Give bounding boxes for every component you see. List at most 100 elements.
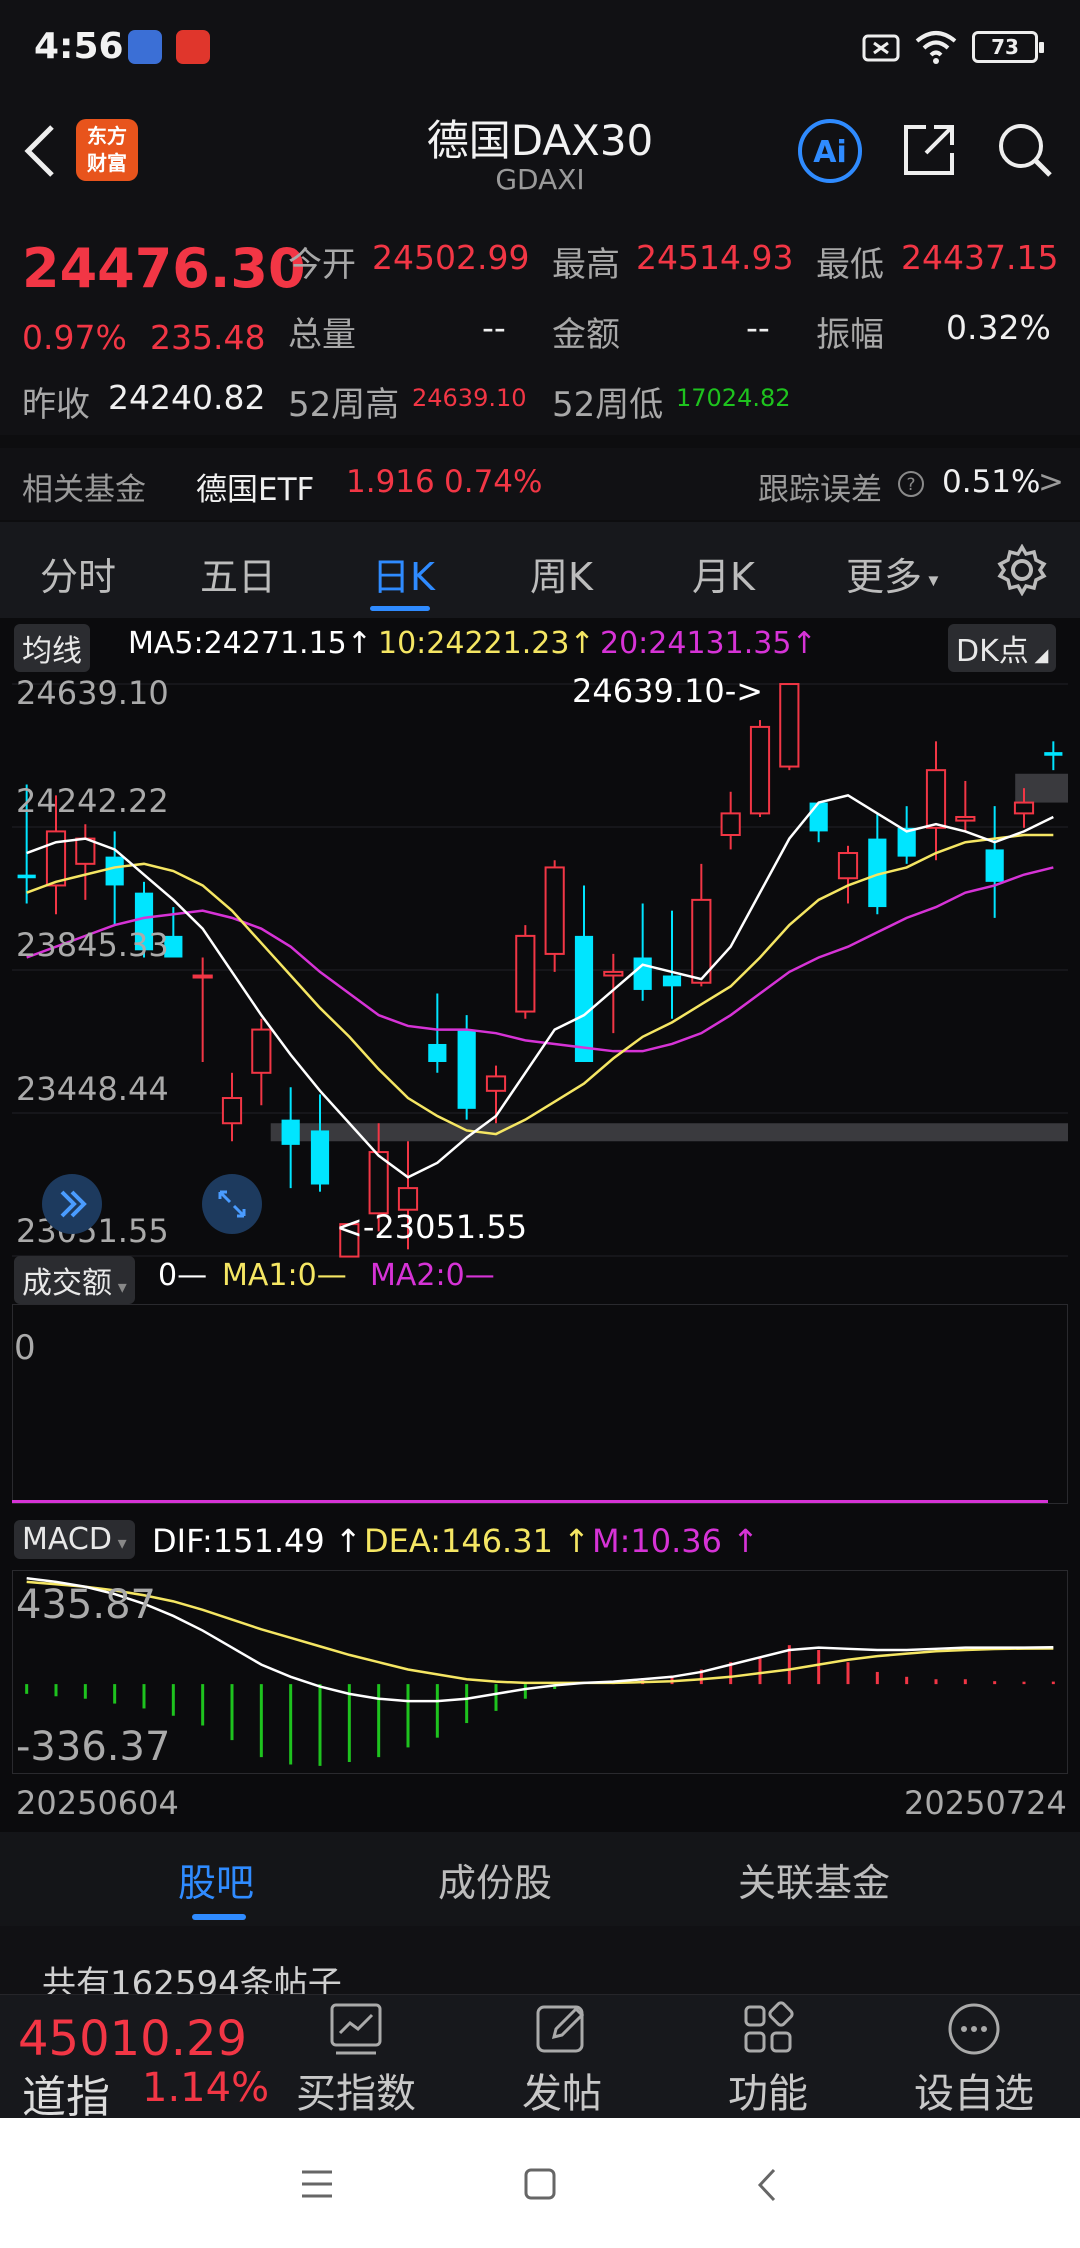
related-fund-row[interactable]: 相关基金 德国ETF 1.916 0.74% 跟踪误差 ? 0.51% > [0,448,1080,520]
ma-dropdown[interactable]: 均线 [14,624,90,672]
candle-body [397,1187,419,1211]
prev-close-label: 昨收 [22,385,90,425]
volume-ma1-legend: MA1:0— [222,1258,347,1293]
change-amount: 235.48 [150,318,266,357]
search-icon[interactable] [996,121,1054,179]
macd-dif-legend: DIF:151.49 ↑ [152,1522,362,1560]
tab-daily-k[interactable]: 日K [372,546,435,601]
kline-chart-area[interactable]: 均线 MA5:24271.15↑ 10:24221.23↑ 20:24131.3… [0,618,1080,1832]
volume-axis-zero: 0 [14,1328,36,1368]
buy-index-button[interactable]: 买指数 [286,2001,426,2119]
tab-five-day[interactable]: 五日 [200,546,276,601]
fund-name[interactable]: 德国ETF [196,464,314,509]
ticker-value[interactable]: 45010.29 [18,2011,247,2067]
title-bar: 东方 财富 德国DAX30 GDAXI Ai [0,95,1080,213]
volume-legend-value: 0— [158,1258,208,1293]
edit-icon [536,2005,585,2053]
ma10-line [26,833,1054,1136]
candle-body [925,769,947,829]
home-icon[interactable] [522,2166,558,2202]
candle-body [281,1119,300,1145]
min-price-marker: <-23051.55 [336,1208,528,1246]
chart-icon [330,2003,382,2055]
macd-dea-line [26,1580,1054,1685]
candle-body [1044,752,1063,756]
price-axis-label-4: 23448.44 [16,1070,169,1108]
candle-body [485,1075,507,1092]
open-value: 24502.99 [372,238,530,277]
candle-body [720,812,741,837]
bottom-toolbar: 45010.29 道指 1.14% 买指数 发帖 功能 设自选 [0,1994,1080,2123]
settings-gear-icon[interactable] [996,544,1048,596]
fullscreen-icon[interactable] [200,1172,264,1236]
volume-ma-line [12,1500,1048,1503]
tab-constituents[interactable]: 成份股 [438,1852,552,1907]
help-icon[interactable]: ? [896,469,926,499]
current-price: 24476.30 [22,237,306,300]
dk-point-button[interactable]: DK点 ◢ [948,624,1057,672]
max-price-marker: 24639.10-> [572,672,764,710]
tab-related-funds[interactable]: 关联基金 [738,1852,890,1907]
kline-candles [12,683,1068,1258]
wifi-icon [915,31,957,64]
tab-more[interactable]: 更多 ▾ [846,546,938,601]
macd-axis-bottom: -336.37 [16,1724,171,1770]
ma10-legend: 10:24221.23↑ [378,626,595,661]
candle-body [515,934,536,1013]
functions-button[interactable]: 功能 [698,2001,838,2119]
screen-cast-icon [862,34,900,62]
app-notification-icon [128,30,162,64]
candle-body [457,1029,476,1109]
volume-value: -- [482,308,506,347]
ai-assistant-icon[interactable]: Ai [796,117,864,185]
ma20-line [26,866,1054,1053]
news-notification-icon [176,30,210,64]
add-watchlist-button[interactable]: 设自选 [904,2001,1044,2119]
tracking-error-label: 跟踪误差 [758,472,882,508]
back-icon[interactable] [752,2166,782,2204]
candle-body [603,970,624,977]
related-fund-label: 相关基金 [22,472,146,508]
ma20-legend: 20:24131.35↑ [600,626,817,661]
section-tab-indicator [192,1914,246,1920]
menu-icon[interactable] [298,2168,336,2202]
candle-body [574,935,594,1062]
ticker-name[interactable]: 道指 [22,2061,110,2125]
tab-intraday[interactable]: 分时 [40,546,116,601]
amount-label: 金额 [552,315,620,355]
candle-body [633,957,652,990]
quote-panel: 24476.30 0.97% 235.48 昨收 24240.82 今开 245… [0,213,1080,435]
svg-text:?: ? [906,475,915,495]
share-icon[interactable] [900,121,958,179]
low-value: 24437.15 [901,238,1059,277]
candle-body [105,856,124,886]
chevron-right-icon[interactable]: > [1038,464,1064,500]
tab-weekly-k[interactable]: 周K [530,546,593,601]
volume-ma2-legend: MA2:0— [370,1258,495,1293]
price-axis-label-3: 23845.33 [16,926,169,964]
expand-left-icon[interactable] [40,1172,104,1236]
fund-change: 0.74% [444,464,543,500]
apps-grid-icon [744,2001,794,2053]
macd-dropdown[interactable]: MACD ▾ [14,1520,135,1559]
price-axis-label-2: 24242.22 [16,782,169,820]
prev-close-value: 24240.82 [108,378,266,417]
candle-body [192,974,213,979]
amplitude-label: 振幅 [816,315,884,355]
candle-body [1013,801,1035,815]
period-tabs: 分时 五日 日K 周K 月K 更多 ▾ [0,522,1080,618]
w52-low-label: 52周低 [552,385,664,425]
candle-body [955,815,976,822]
more-circle-icon [948,2003,1000,2055]
posts-summary: 共有162594条帖子 [0,1926,1080,2004]
tab-stock-forum[interactable]: 股吧 [178,1852,254,1907]
candle-body [662,975,682,987]
post-button[interactable]: 发帖 [492,2001,632,2119]
volume-dropdown[interactable]: 成交额 ▾ [14,1256,135,1304]
status-bar: 4:56 73 [0,0,1080,95]
system-nav-bar [0,2118,1080,2248]
macd-m-legend: M:10.36 ↑ [592,1522,759,1560]
tab-monthly-k[interactable]: 月K [692,546,755,601]
high-value: 24514.93 [636,238,794,277]
amount-value: -- [746,308,770,347]
